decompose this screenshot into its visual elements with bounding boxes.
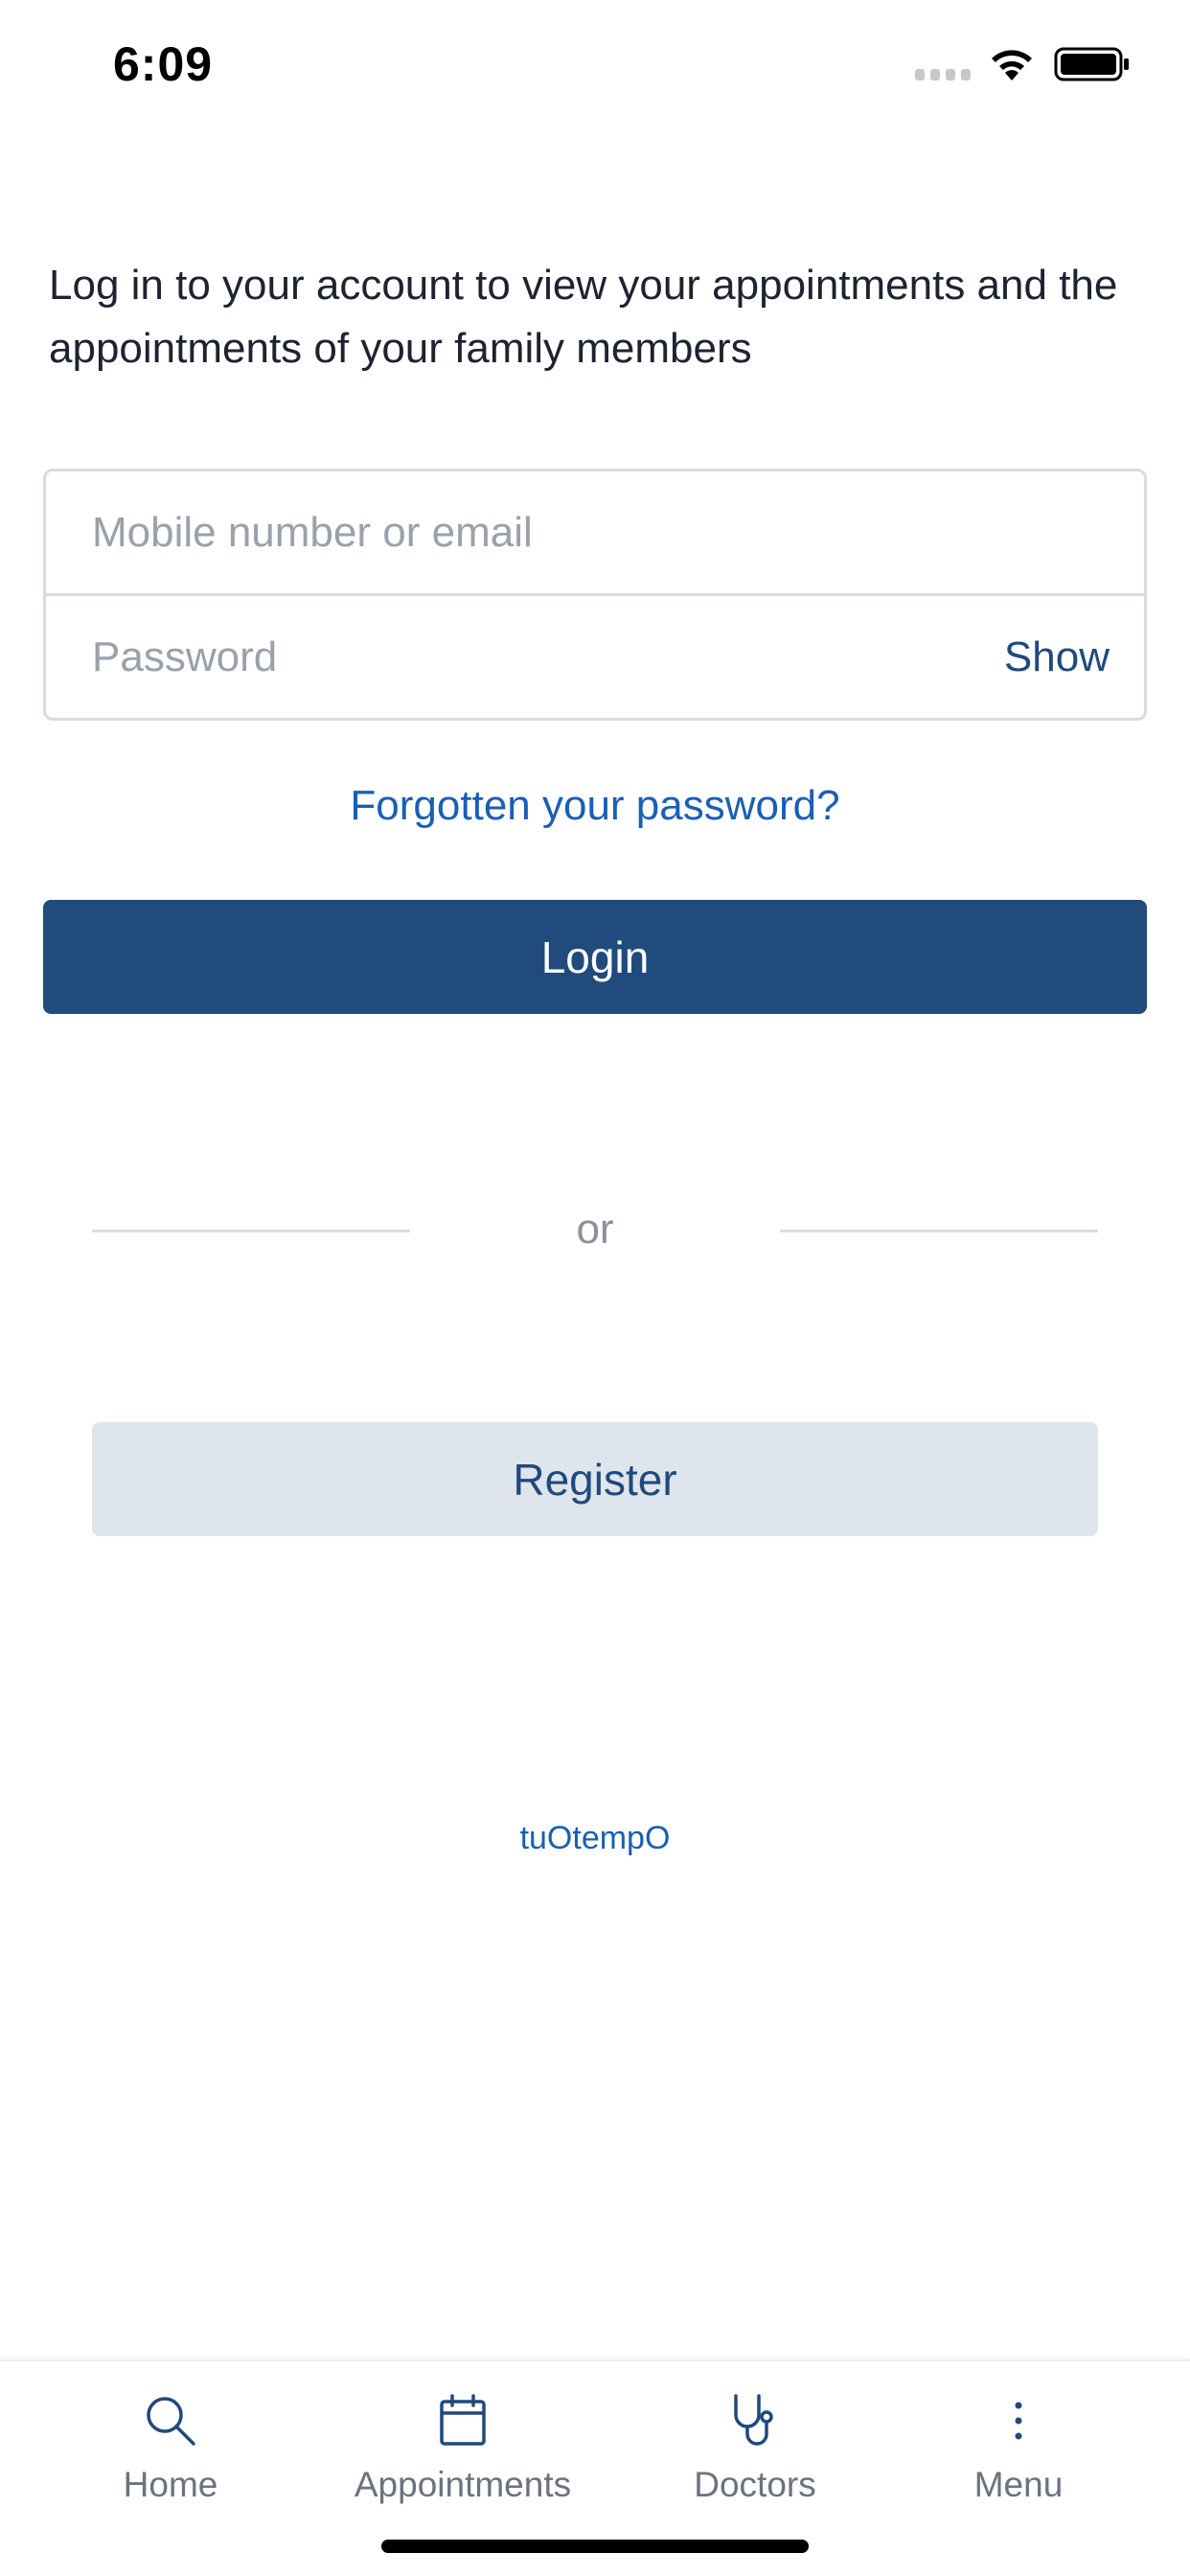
calendar-icon [432,2390,493,2451]
tab-menu-label: Menu [973,2465,1064,2504]
more-vertical-icon [988,2390,1049,2451]
login-screen: 6:09 Log in to your account to view your… [0,0,1190,2576]
register-button[interactable]: Register [92,1422,1098,1536]
separator-line-right [780,1230,1098,1232]
login-button[interactable]: Login [43,900,1147,1014]
tab-menu[interactable]: Menu [870,2361,1167,2524]
signal-icon [915,69,971,80]
tab-bar: Home Appointments Doctors Menu [0,2359,1190,2576]
tab-home[interactable]: Home [22,2361,319,2524]
username-field[interactable] [46,472,1144,593]
status-bar: 6:09 [0,0,1190,134]
wifi-icon [992,50,1032,80]
status-time: 6:09 [113,37,214,91]
brand-link[interactable]: tuOtempO [0,1820,1190,1857]
password-field[interactable]: Show [46,596,1144,718]
username-input[interactable] [92,508,954,557]
password-input[interactable] [92,632,954,681]
forgot-password-link[interactable]: Forgotten your password? [0,782,1190,830]
intro-text: Log in to your account to view your appo… [49,262,1118,372]
tab-doctors-label: Doctors [694,2465,816,2504]
or-separator: or [0,1198,1190,1265]
battery-icon [1054,47,1129,81]
tab-home-label: Home [123,2465,218,2504]
tab-doctors[interactable]: Doctors [606,2361,904,2524]
stethoscope-icon [724,2390,786,2451]
credentials-group: Show [43,469,1147,721]
home-indicator [381,2540,809,2553]
tab-appointments[interactable]: Appointments [314,2361,611,2524]
tab-appointments-label: Appointments [354,2465,572,2504]
show-password-button[interactable]: Show [1004,633,1110,681]
search-icon [140,2390,201,2451]
